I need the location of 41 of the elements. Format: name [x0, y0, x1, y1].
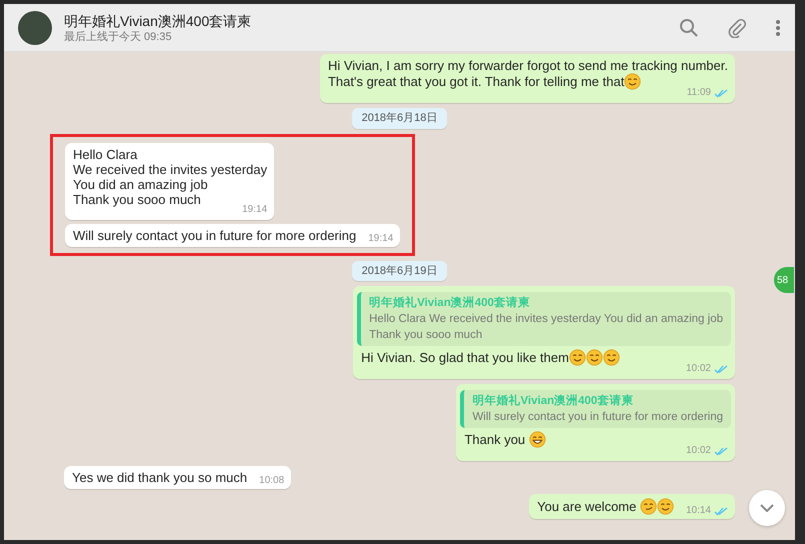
message-text: Hi Vivian, I am sorry my forwarder forgot to send me tracking number.	[328, 58, 728, 73]
date-divider: 2018年6月19日	[352, 260, 448, 281]
search-icon[interactable]	[679, 18, 699, 38]
smiling-face-icon	[568, 349, 586, 366]
last-seen-status: 最后上线于今天 09:35	[64, 30, 173, 44]
chevron-down-icon	[760, 504, 774, 512]
message-time: 19:14	[242, 204, 268, 216]
message-time: 19:14	[368, 232, 394, 244]
grinning-face-icon	[528, 431, 546, 448]
smiling-face-icon	[586, 349, 603, 366]
smiling-face-icon	[624, 73, 642, 90]
message-text: Will surely contact you in future for more ordering	[73, 228, 356, 242]
quote-text: Hello Clara We received the invites yesterday You did an amazing job	[369, 312, 723, 327]
paperclip-icon[interactable]	[727, 18, 747, 38]
message-text: You are welcome	[537, 499, 638, 514]
message-text: You did an amazing job	[73, 176, 208, 192]
message-time: 10:08	[259, 475, 284, 487]
message-text: That's great that you got it. Thank for telling me that	[328, 74, 624, 89]
smiling-face-icon	[602, 349, 620, 366]
message-time: 10:14	[686, 505, 711, 517]
message-text: Hello Clara	[73, 146, 138, 162]
quote-text: Thank you sooo much	[369, 328, 484, 343]
date-divider: 2018年6月18日	[352, 108, 448, 128]
message-time: 10:02	[686, 445, 711, 457]
message-text: We received the invites yesterday	[73, 162, 268, 176]
quote-author: 明年婚礼Vivian澳洲400套请柬	[472, 393, 634, 409]
unread-count-badge: 58	[773, 266, 795, 294]
menu-icon[interactable]	[775, 18, 781, 36]
message-text: Thank you	[464, 432, 526, 447]
chat-title: 明年婚礼Vivian澳洲400套请柬	[64, 12, 252, 30]
scroll-down-button[interactable]	[749, 490, 785, 526]
smiling-face-icon	[656, 498, 674, 515]
smirking-face-icon	[640, 498, 657, 515]
message-time: 11:09	[686, 87, 711, 99]
message-text: Yes we did thank you so much	[72, 470, 248, 485]
message-time: 10:02	[686, 363, 711, 375]
message-text: Thank you sooo much	[73, 192, 201, 206]
message-text: Hi Vivian. So glad that you like them	[361, 350, 569, 365]
quote-text: Will surely contact you in future for more ordering	[472, 410, 723, 425]
avatar[interactable]	[18, 10, 52, 44]
quote-author: 明年婚礼Vivian澳洲400套请柬	[369, 295, 531, 311]
